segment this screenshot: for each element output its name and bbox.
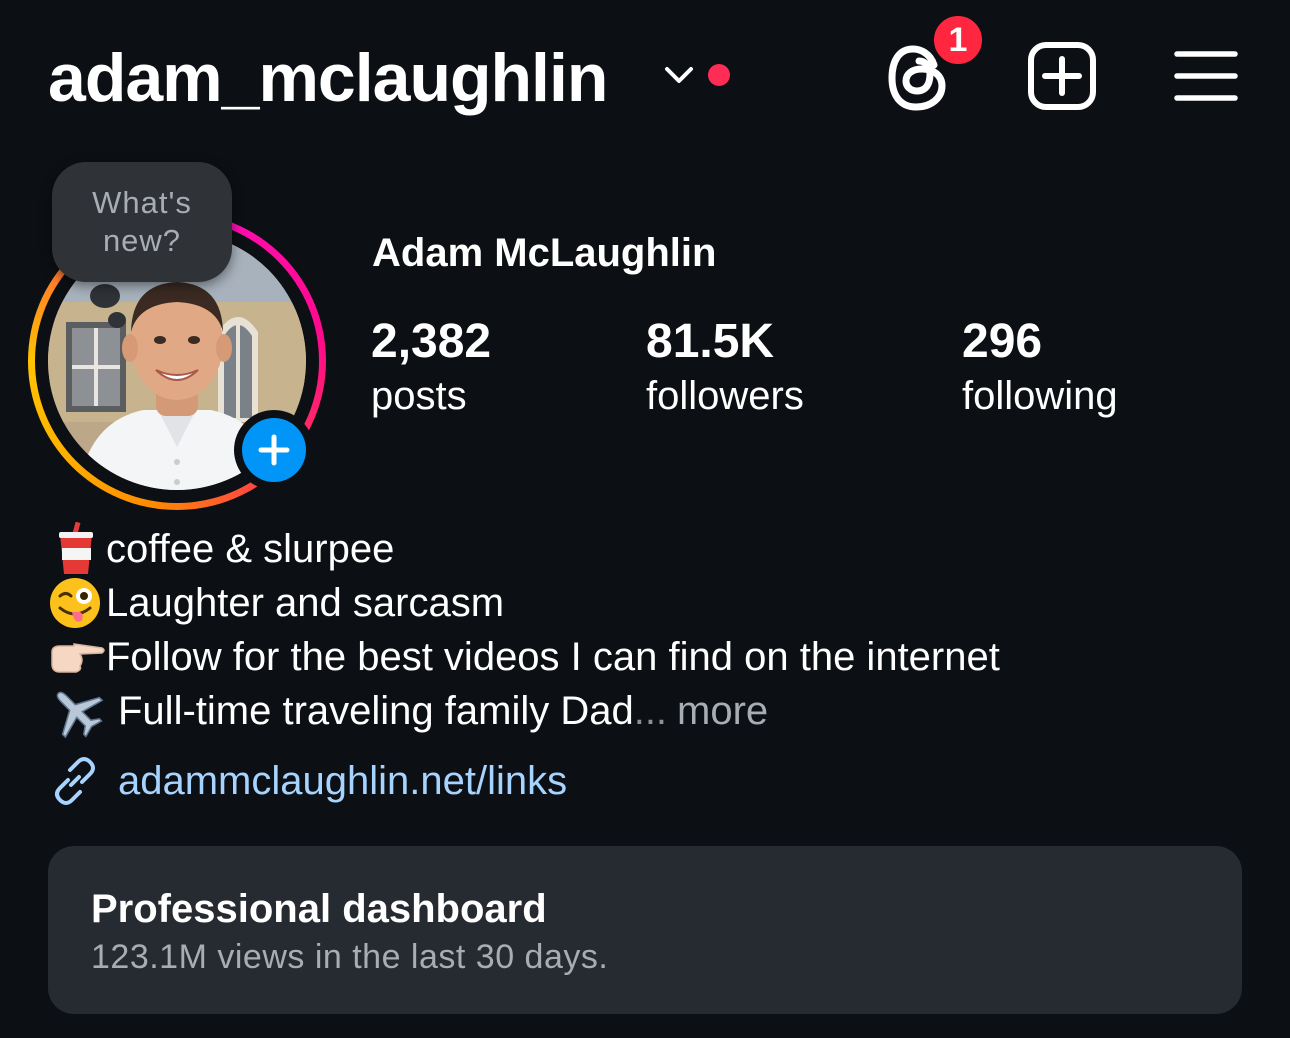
bio-line: Full-time traveling family Dad ... more — [48, 684, 1248, 738]
followers-label: followers — [646, 374, 804, 418]
following-label: following — [962, 374, 1118, 418]
following-stat[interactable]: 296 following — [962, 314, 1118, 422]
bio-ellipsis: ... — [633, 689, 668, 733]
followers-count: 81.5K — [646, 315, 775, 368]
bio-text: Full-time traveling family Dad — [118, 689, 634, 733]
note-text: What's new? — [92, 185, 192, 258]
dashboard-title: Professional dashboard — [91, 887, 547, 931]
bio-text: Laughter and sarcasm — [106, 581, 505, 625]
account-switcher-username[interactable]: adam_mclaughlin — [48, 38, 608, 118]
add-story-button[interactable] — [234, 410, 314, 490]
followers-stat[interactable]: 81.5K followers — [646, 314, 804, 422]
chevron-down-icon[interactable] — [662, 62, 696, 90]
professional-dashboard-card[interactable]: Professional dashboard 123.1M views in t… — [48, 846, 1242, 1014]
posts-stat[interactable]: 2,382 posts — [371, 314, 491, 422]
bio-text: Follow for the best videos I can find on… — [106, 635, 1000, 679]
note-bubble-tail-small — [108, 312, 126, 328]
bio-text: coffee & slurpee — [106, 527, 395, 571]
following-count: 296 — [962, 315, 1043, 368]
create-plus-icon — [1028, 42, 1096, 110]
options-menu-button[interactable] — [1170, 40, 1242, 112]
airplane-icon — [48, 684, 106, 738]
bio: coffee & slurpee Laughter and sarcasm Fo… — [48, 522, 1248, 738]
winking-tongue-face-icon — [48, 576, 106, 630]
hamburger-menu-icon — [1174, 51, 1238, 101]
bio-line: coffee & slurpee — [48, 522, 1248, 576]
posts-count: 2,382 — [371, 315, 492, 368]
external-link-text[interactable]: adammclaughlin.net/links — [118, 754, 567, 808]
threads-notification-badge: 1 — [930, 12, 986, 68]
note-bubble-tail — [90, 284, 120, 308]
display-name: Adam McLaughlin — [372, 231, 717, 275]
pointing-right-hand-icon — [48, 630, 106, 684]
bio-more-link[interactable]: more — [677, 684, 768, 738]
posts-label: posts — [371, 374, 467, 418]
bio-line: Follow for the best videos I can find on… — [48, 630, 1248, 684]
bio-line: Laughter and sarcasm — [48, 576, 1248, 630]
create-button[interactable] — [1024, 38, 1100, 114]
note-bubble[interactable]: What's new? — [52, 162, 232, 282]
link-icon — [55, 757, 95, 805]
drink-cup-icon — [48, 522, 106, 576]
dashboard-subtitle: 123.1M views in the last 30 days. — [91, 938, 609, 976]
notification-dot — [708, 64, 730, 86]
external-link[interactable]: adammclaughlin.net/links — [48, 752, 567, 810]
profile-header: adam_mclaughlin 1 — [0, 0, 1290, 150]
plus-icon — [258, 434, 290, 466]
